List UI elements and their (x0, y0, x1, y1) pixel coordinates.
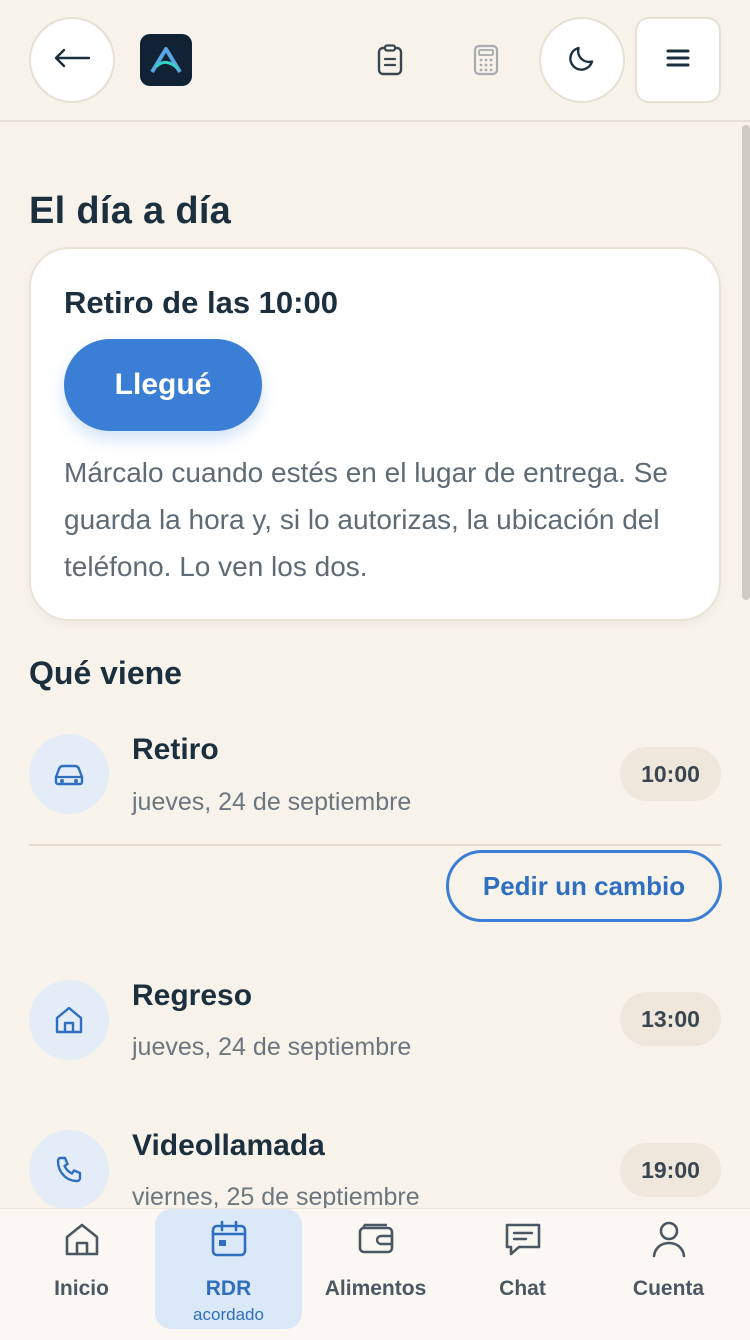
upcoming-title: Qué viene (29, 655, 182, 691)
nav-item-chat[interactable]: Chat (449, 1209, 596, 1329)
pickup-card: Retiro de las 10:00 Llegué Márcalo cuand… (29, 247, 721, 621)
app-header (0, 0, 750, 122)
back-button[interactable] (29, 17, 115, 103)
nav-item-cuenta[interactable]: Cuenta (595, 1209, 742, 1329)
car-icon (29, 734, 109, 814)
hamburger-icon (666, 48, 690, 73)
nav-label: Cuenta (632, 1277, 705, 1300)
event-date: jueves, 24 de septiembre (132, 788, 412, 816)
page-title: El día a día (29, 190, 232, 232)
divider (29, 844, 721, 846)
event-title: Videollamada (132, 1129, 325, 1162)
moon-icon (566, 42, 598, 79)
time-badge: 19:00 (620, 1143, 721, 1197)
calendar-icon (210, 1219, 248, 1259)
nav-sublabel: acordado (193, 1305, 264, 1324)
arrow-left-icon (53, 48, 91, 73)
nav-item-inicio[interactable]: Inicio (8, 1209, 155, 1329)
nav-label: Alimentos (324, 1277, 427, 1300)
home-icon (29, 980, 109, 1060)
phone-icon (29, 1130, 109, 1210)
theme-toggle-button[interactable] (539, 17, 625, 103)
event-title: Regreso (132, 979, 253, 1012)
calculator-icon[interactable] (466, 40, 506, 80)
time-badge: 10:00 (620, 747, 721, 801)
scrollbar[interactable] (742, 125, 750, 600)
chat-icon (503, 1219, 543, 1259)
card-description: Márcalo cuando estés en el lugar de entr… (64, 457, 668, 582)
time-badge: 13:00 (620, 992, 721, 1046)
user-icon (651, 1219, 687, 1259)
event-date: jueves, 24 de septiembre (132, 1033, 412, 1061)
bottom-nav: Inicio RDR acordado Alimentos Chat Cuent… (0, 1208, 750, 1340)
arrived-button[interactable]: Llegué (64, 339, 262, 431)
nav-label: Chat (499, 1277, 546, 1300)
nav-item-alimentos[interactable]: Alimentos (302, 1209, 449, 1329)
card-title: Retiro de las 10:00 (64, 285, 338, 320)
nav-label: Inicio (54, 1277, 109, 1300)
nav-label: RDR (205, 1277, 252, 1300)
wallet-icon (357, 1219, 395, 1259)
app-logo[interactable] (140, 34, 192, 86)
menu-button[interactable] (635, 17, 721, 103)
nav-item-rdr[interactable]: RDR acordado (155, 1209, 302, 1329)
home-icon (63, 1219, 101, 1259)
request-change-button[interactable]: Pedir un cambio (446, 850, 722, 922)
clipboard-icon[interactable] (370, 40, 410, 80)
event-title: Retiro (132, 733, 219, 766)
